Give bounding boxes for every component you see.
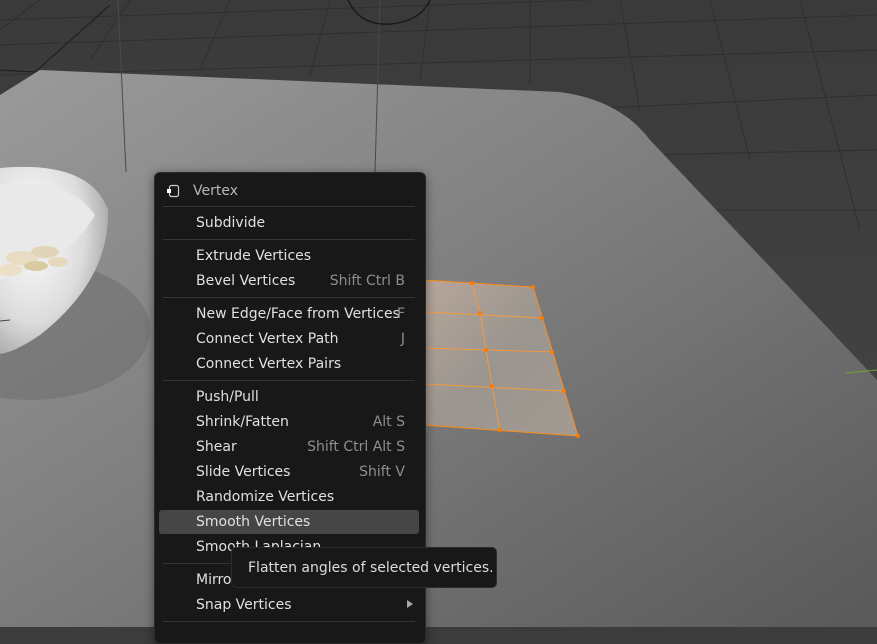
menu-item-new-edge-face[interactable]: New Edge/Face from Vertices F — [159, 302, 419, 326]
menu-item-shear[interactable]: Shear Shift Ctrl Alt S — [159, 435, 419, 459]
shortcut: Shift Ctrl Alt S — [307, 439, 405, 455]
menu-item-subdivide[interactable]: Subdivide — [159, 211, 419, 235]
tooltip-text: Flatten angles of selected vertices. — [248, 559, 494, 576]
vertex-select-icon — [167, 184, 180, 198]
shortcut: F — [396, 306, 405, 322]
menu-title: Vertex — [193, 183, 239, 199]
menu-item-randomize-vertices[interactable]: Randomize Vertices — [159, 485, 419, 509]
menu-item-snap-vertices[interactable]: Snap Vertices — [159, 593, 419, 617]
menu-item-bevel-vertices[interactable]: Bevel Vertices Shift Ctrl B — [159, 269, 419, 293]
menu-item-extrude-vertices[interactable]: Extrude Vertices — [159, 244, 419, 268]
chevron-right-icon — [407, 600, 413, 608]
shortcut: Shift V — [359, 464, 405, 480]
menu-separator — [163, 297, 415, 298]
menu-item-slide-vertices[interactable]: Slide Vertices Shift V — [159, 460, 419, 484]
menu-item-push-pull[interactable]: Push/Pull — [159, 385, 419, 409]
menu-item-shrink-fatten[interactable]: Shrink/Fatten Alt S — [159, 410, 419, 434]
menu-separator — [163, 380, 415, 381]
menu-separator — [163, 206, 415, 207]
menu-separator — [163, 621, 415, 622]
tooltip: Flatten angles of selected vertices. — [231, 547, 497, 588]
shortcut: Shift Ctrl B — [329, 273, 405, 289]
3d-viewport[interactable] — [0, 0, 877, 627]
menu-item-connect-vertex-path[interactable]: Connect Vertex Path J — [159, 327, 419, 351]
menu-separator — [163, 239, 415, 240]
menu-item-connect-vertex-pairs[interactable]: Connect Vertex Pairs — [159, 352, 419, 376]
menu-item-smooth-vertices[interactable]: Smooth Vertices — [159, 510, 419, 534]
shortcut: J — [400, 331, 405, 347]
shortcut: Alt S — [372, 414, 405, 430]
menu-header: Vertex — [155, 179, 425, 203]
